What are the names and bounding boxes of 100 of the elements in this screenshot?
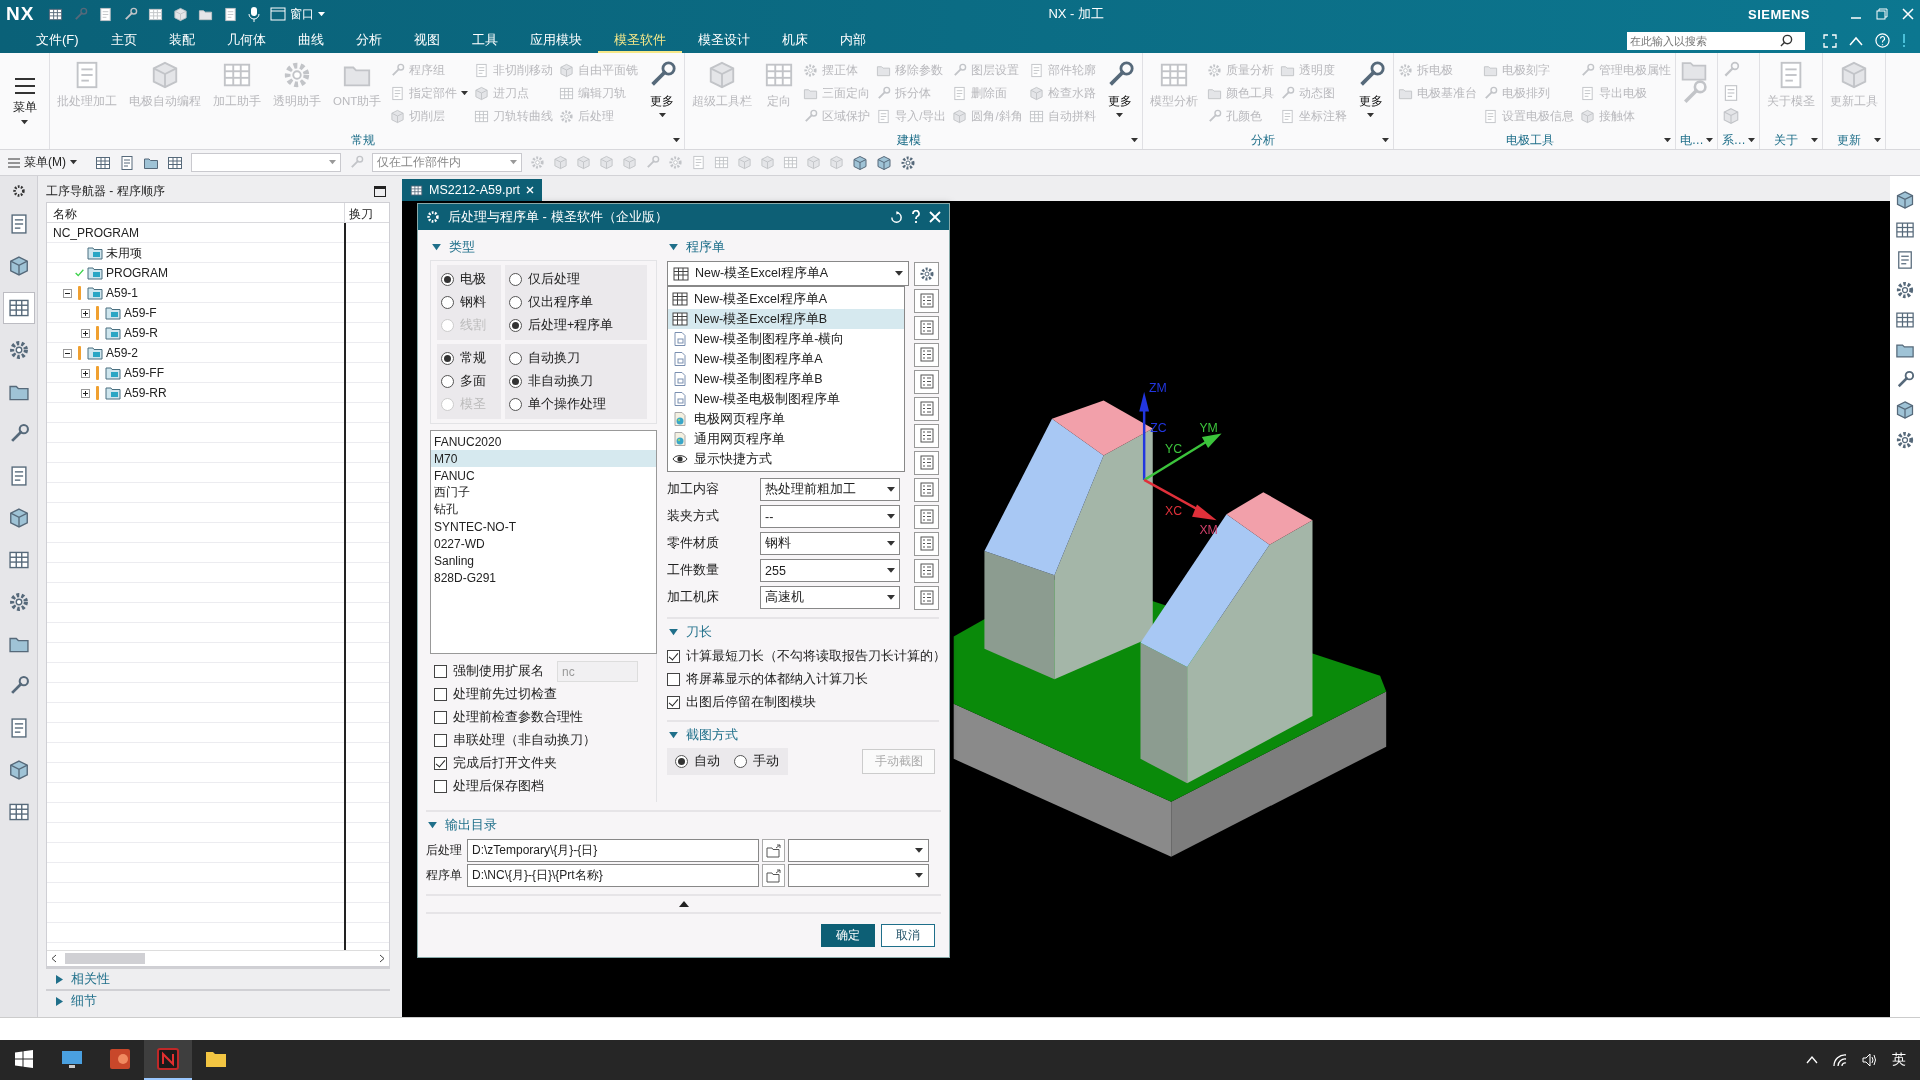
checkbox[interactable] [667,673,680,686]
maximize-icon[interactable] [374,185,386,197]
menu-tab[interactable]: 装配 [152,28,211,53]
taskbar-app[interactable] [144,1040,192,1080]
browse-button[interactable] [762,864,785,887]
list-item[interactable]: M70 [431,450,656,467]
tree-item[interactable]: A59-R [47,323,344,343]
help-icon[interactable] [911,210,921,224]
search-icon[interactable] [1780,34,1793,47]
radio-button[interactable] [509,296,522,309]
cube-icon[interactable] [852,154,868,171]
grid-icon[interactable] [1895,220,1915,240]
section-header[interactable]: 程序单 [667,234,939,260]
tree-item[interactable]: PROGRAM [47,263,344,283]
tree-item[interactable]: A59-F [47,303,344,323]
checkbox[interactable] [434,665,447,678]
gear-icon[interactable] [900,154,916,171]
expand-toggle-icon[interactable] [81,368,90,378]
value-dropdown[interactable]: 热处理前粗加工 [760,478,900,501]
list-item[interactable]: 钻孔 [431,501,656,518]
scrollbar-thumb[interactable] [65,953,145,964]
collapse-toggle-icon[interactable] [63,288,72,298]
browse-button[interactable] [762,839,785,862]
cube-icon[interactable] [173,6,189,22]
wrench-icon[interactable] [123,6,139,22]
radio-button[interactable] [441,296,454,309]
search-field[interactable]: 在此输入以搜索 [1627,31,1805,50]
list-button[interactable] [914,504,939,529]
checkbox[interactable] [434,734,447,747]
expand-toggle-icon[interactable] [81,388,90,398]
dropdown-option[interactable]: 通用网页程序单 [668,429,904,449]
radio-button[interactable] [441,273,454,286]
document-icon[interactable] [98,6,114,22]
menu-tab[interactable]: 机床 [765,28,824,53]
list-item[interactable]: SYNTEC-NO-T [431,518,656,535]
list-item[interactable]: FANUC2020 [431,433,656,450]
grid-icon[interactable] [48,6,64,22]
list-item[interactable]: Sanling [431,552,656,569]
navigator-tab[interactable] [2,292,35,324]
list-item[interactable]: FANUC [431,467,656,484]
radio-button[interactable] [734,755,747,768]
menu-tab[interactable]: 视图 [397,28,456,53]
menu-tab[interactable]: 文件(F) [20,28,95,53]
close-icon[interactable] [929,211,941,223]
tree-item[interactable]: A59-2 [47,343,344,363]
list-item[interactable]: 828D-G291 [431,569,656,586]
help-icon[interactable] [1875,33,1890,48]
list-button[interactable] [914,423,939,448]
grid-icon[interactable] [1895,310,1915,330]
menu-tab[interactable]: 内部 [823,28,882,53]
menu-tab[interactable]: 工具 [455,28,514,53]
column-header[interactable]: 名称 [47,203,344,222]
radio-button[interactable] [509,398,522,411]
section-header[interactable]: 刀长 [667,619,939,645]
document-icon[interactable] [119,154,135,171]
cube-icon[interactable] [1895,190,1915,210]
list-button[interactable] [914,315,939,340]
value-dropdown[interactable]: 钢料 [760,532,900,555]
list-button[interactable] [914,585,939,610]
dropdown-option[interactable]: 显示快捷方式 [668,449,904,469]
document-icon[interactable] [1895,250,1915,270]
menu-tab[interactable]: 主页 [94,28,153,53]
radio-button[interactable] [509,375,522,388]
list-button[interactable] [914,369,939,394]
checkbox[interactable] [434,757,447,770]
path-dropdown[interactable] [788,839,929,862]
menu-tab[interactable]: 模圣设计 [681,28,766,53]
list-item[interactable]: 0227-WD [431,535,656,552]
list-button[interactable] [914,558,939,583]
dropdown-option[interactable]: New-模圣制图程序单A [668,349,904,369]
list-button[interactable] [914,450,939,475]
dropdown-option[interactable]: New-模圣Excel程序单A [668,289,904,309]
scroll-right-icon[interactable] [379,954,385,963]
gear-icon[interactable] [1895,280,1915,300]
list-button[interactable] [914,288,939,313]
grid-icon[interactable] [167,154,183,171]
radio-button[interactable] [509,319,522,332]
reset-icon[interactable] [890,210,903,224]
collapsible-section[interactable]: 相关性 [46,967,390,989]
value-dropdown[interactable]: 高速机 [760,586,900,609]
menu-tab[interactable]: 分析 [339,28,398,53]
more-button[interactable]: 更多 [1101,57,1138,118]
path-field[interactable]: D:\NC\{月}-{日}\{Prt名称} [467,864,759,887]
list-item[interactable]: 西门子 [431,484,656,501]
tree-item[interactable]: 未用项 [47,243,344,263]
volume-icon[interactable] [1862,1053,1878,1067]
network-icon[interactable] [1832,1053,1848,1067]
checkbox[interactable] [667,696,680,709]
cube-icon[interactable] [1895,400,1915,420]
dropdown-option[interactable]: New-模圣制图程序单B [668,369,904,389]
tree-item[interactable]: NC_PROGRAM [47,223,344,243]
cube-icon[interactable] [876,154,892,171]
list-button[interactable] [914,342,939,367]
value-dropdown[interactable]: -- [760,505,900,528]
list-button[interactable] [914,531,939,556]
checkbox[interactable] [434,711,447,724]
menu-tab[interactable]: 几何体 [210,28,282,53]
dropdown-option[interactable]: 电极网页程序单 [668,409,904,429]
radio-button[interactable] [509,273,522,286]
grid-icon[interactable] [95,154,111,171]
